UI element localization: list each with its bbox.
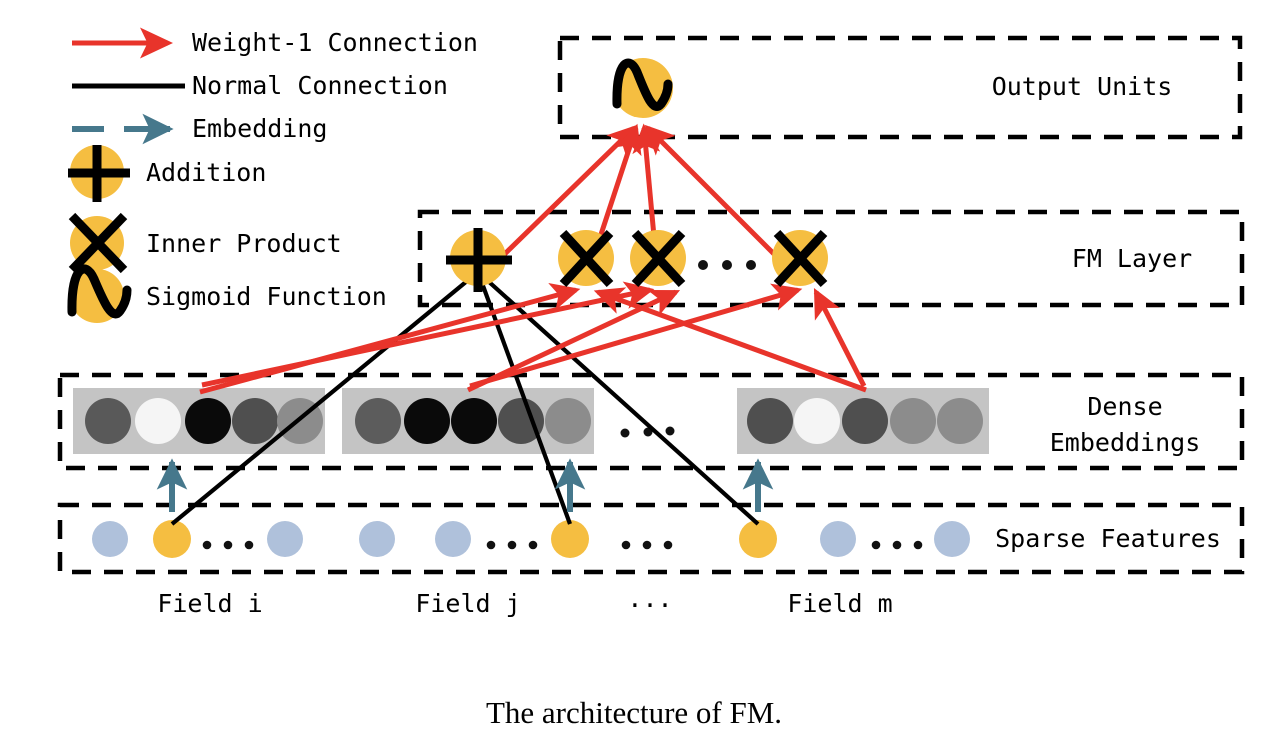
embedding-dot	[135, 398, 181, 444]
embedding-dot	[937, 398, 983, 444]
legend-item-addition: Addition	[68, 145, 266, 202]
fm-layer-label: FM Layer	[1072, 244, 1192, 273]
sparse-ellipsis-icon	[486, 540, 538, 550]
embedding-block-field-i	[73, 388, 325, 454]
fm-node-inner-product[interactable]	[630, 229, 686, 288]
legend-label-addition: Addition	[146, 158, 266, 187]
legend-label-sigmoid: Sigmoid Function	[146, 282, 387, 311]
plus-icon	[446, 228, 512, 292]
fm-node-inner-product[interactable]	[558, 229, 614, 288]
field-labels-group: Field i Field j ... Field m	[157, 584, 892, 618]
sparse-feature-circle-active[interactable]	[551, 520, 589, 558]
figure-caption: The architecture of FM.	[486, 695, 782, 730]
cross-node-icon	[68, 212, 128, 274]
sparse-features-label: Sparse Features	[995, 524, 1221, 553]
legend-item-weight1: Weight-1 Connection	[72, 27, 478, 59]
embedding-block-field-m	[737, 388, 989, 454]
sparse-feature-circle[interactable]	[267, 521, 303, 557]
legend-item-sigmoid: Sigmoid Function	[67, 264, 387, 323]
legend-item-inner-product: Inner Product	[68, 212, 342, 274]
embedding-dot	[842, 398, 888, 444]
sparse-features-row	[92, 520, 970, 558]
legend-label-inner-product: Inner Product	[146, 229, 342, 258]
fm-node-addition[interactable]	[446, 228, 512, 292]
embedding-dot	[185, 398, 231, 444]
legend-label-weight1: Weight-1 Connection	[192, 28, 478, 57]
sparse-feature-circle[interactable]	[934, 521, 970, 557]
legend-label-embedding: Embedding	[192, 114, 327, 143]
sparse-feature-circle[interactable]	[435, 521, 471, 557]
embedding-dot	[232, 398, 278, 444]
sparse-ellipsis-icon	[202, 540, 254, 550]
sparse-ellipsis-icon	[871, 540, 923, 550]
embedding-dot	[85, 398, 131, 444]
embedding-ellipsis-icon	[620, 426, 675, 438]
embedding-dot	[890, 398, 936, 444]
sparse-feature-circle[interactable]	[92, 521, 128, 557]
embedding-dot	[794, 398, 840, 444]
sparse-feature-circle-active[interactable]	[153, 520, 191, 558]
fm-layer-nodes-group	[446, 228, 828, 292]
sparse-feature-circle[interactable]	[359, 521, 395, 557]
output-node-sigmoid[interactable]	[612, 58, 673, 118]
field-label-j: Field j	[415, 589, 520, 618]
dense-embeddings-label-line2: Embeddings	[1050, 428, 1201, 457]
fm-architecture-diagram: Weight-1 Connection Normal Connection Em…	[57, 27, 1245, 730]
field-label-m: Field m	[787, 589, 892, 618]
plus-node-icon	[68, 145, 130, 202]
embedding-dot	[451, 398, 497, 444]
sparse-feature-circle-active[interactable]	[739, 520, 777, 558]
embedding-dot	[545, 398, 591, 444]
embedding-dot	[355, 398, 401, 444]
legend-item-normal: Normal Connection	[72, 71, 448, 100]
fm-node-inner-product[interactable]	[772, 229, 828, 288]
legend-label-normal: Normal Connection	[192, 71, 448, 100]
field-label-i: Field i	[157, 589, 262, 618]
figure-canvas: Weight-1 Connection Normal Connection Em…	[0, 0, 1268, 754]
legend-group: Weight-1 Connection Normal Connection Em…	[67, 27, 478, 323]
legend-item-embedding: Embedding	[72, 113, 327, 145]
embedding-dot	[747, 398, 793, 444]
embedding-block-field-j	[342, 388, 594, 454]
dense-embeddings-label-line1: Dense	[1087, 392, 1162, 421]
sparse-feature-circle[interactable]	[820, 521, 856, 557]
embedding-dot	[404, 398, 450, 444]
sigmoid-node-icon	[67, 264, 132, 323]
layer-labels-group: Output Units FM Layer Dense Embeddings S…	[992, 72, 1221, 553]
output-units-label: Output Units	[992, 72, 1173, 101]
fm-nodes-ellipsis-icon	[698, 260, 756, 270]
field-label-ellipsis: ...	[627, 584, 672, 613]
sparse-ellipsis-icon	[621, 540, 673, 550]
